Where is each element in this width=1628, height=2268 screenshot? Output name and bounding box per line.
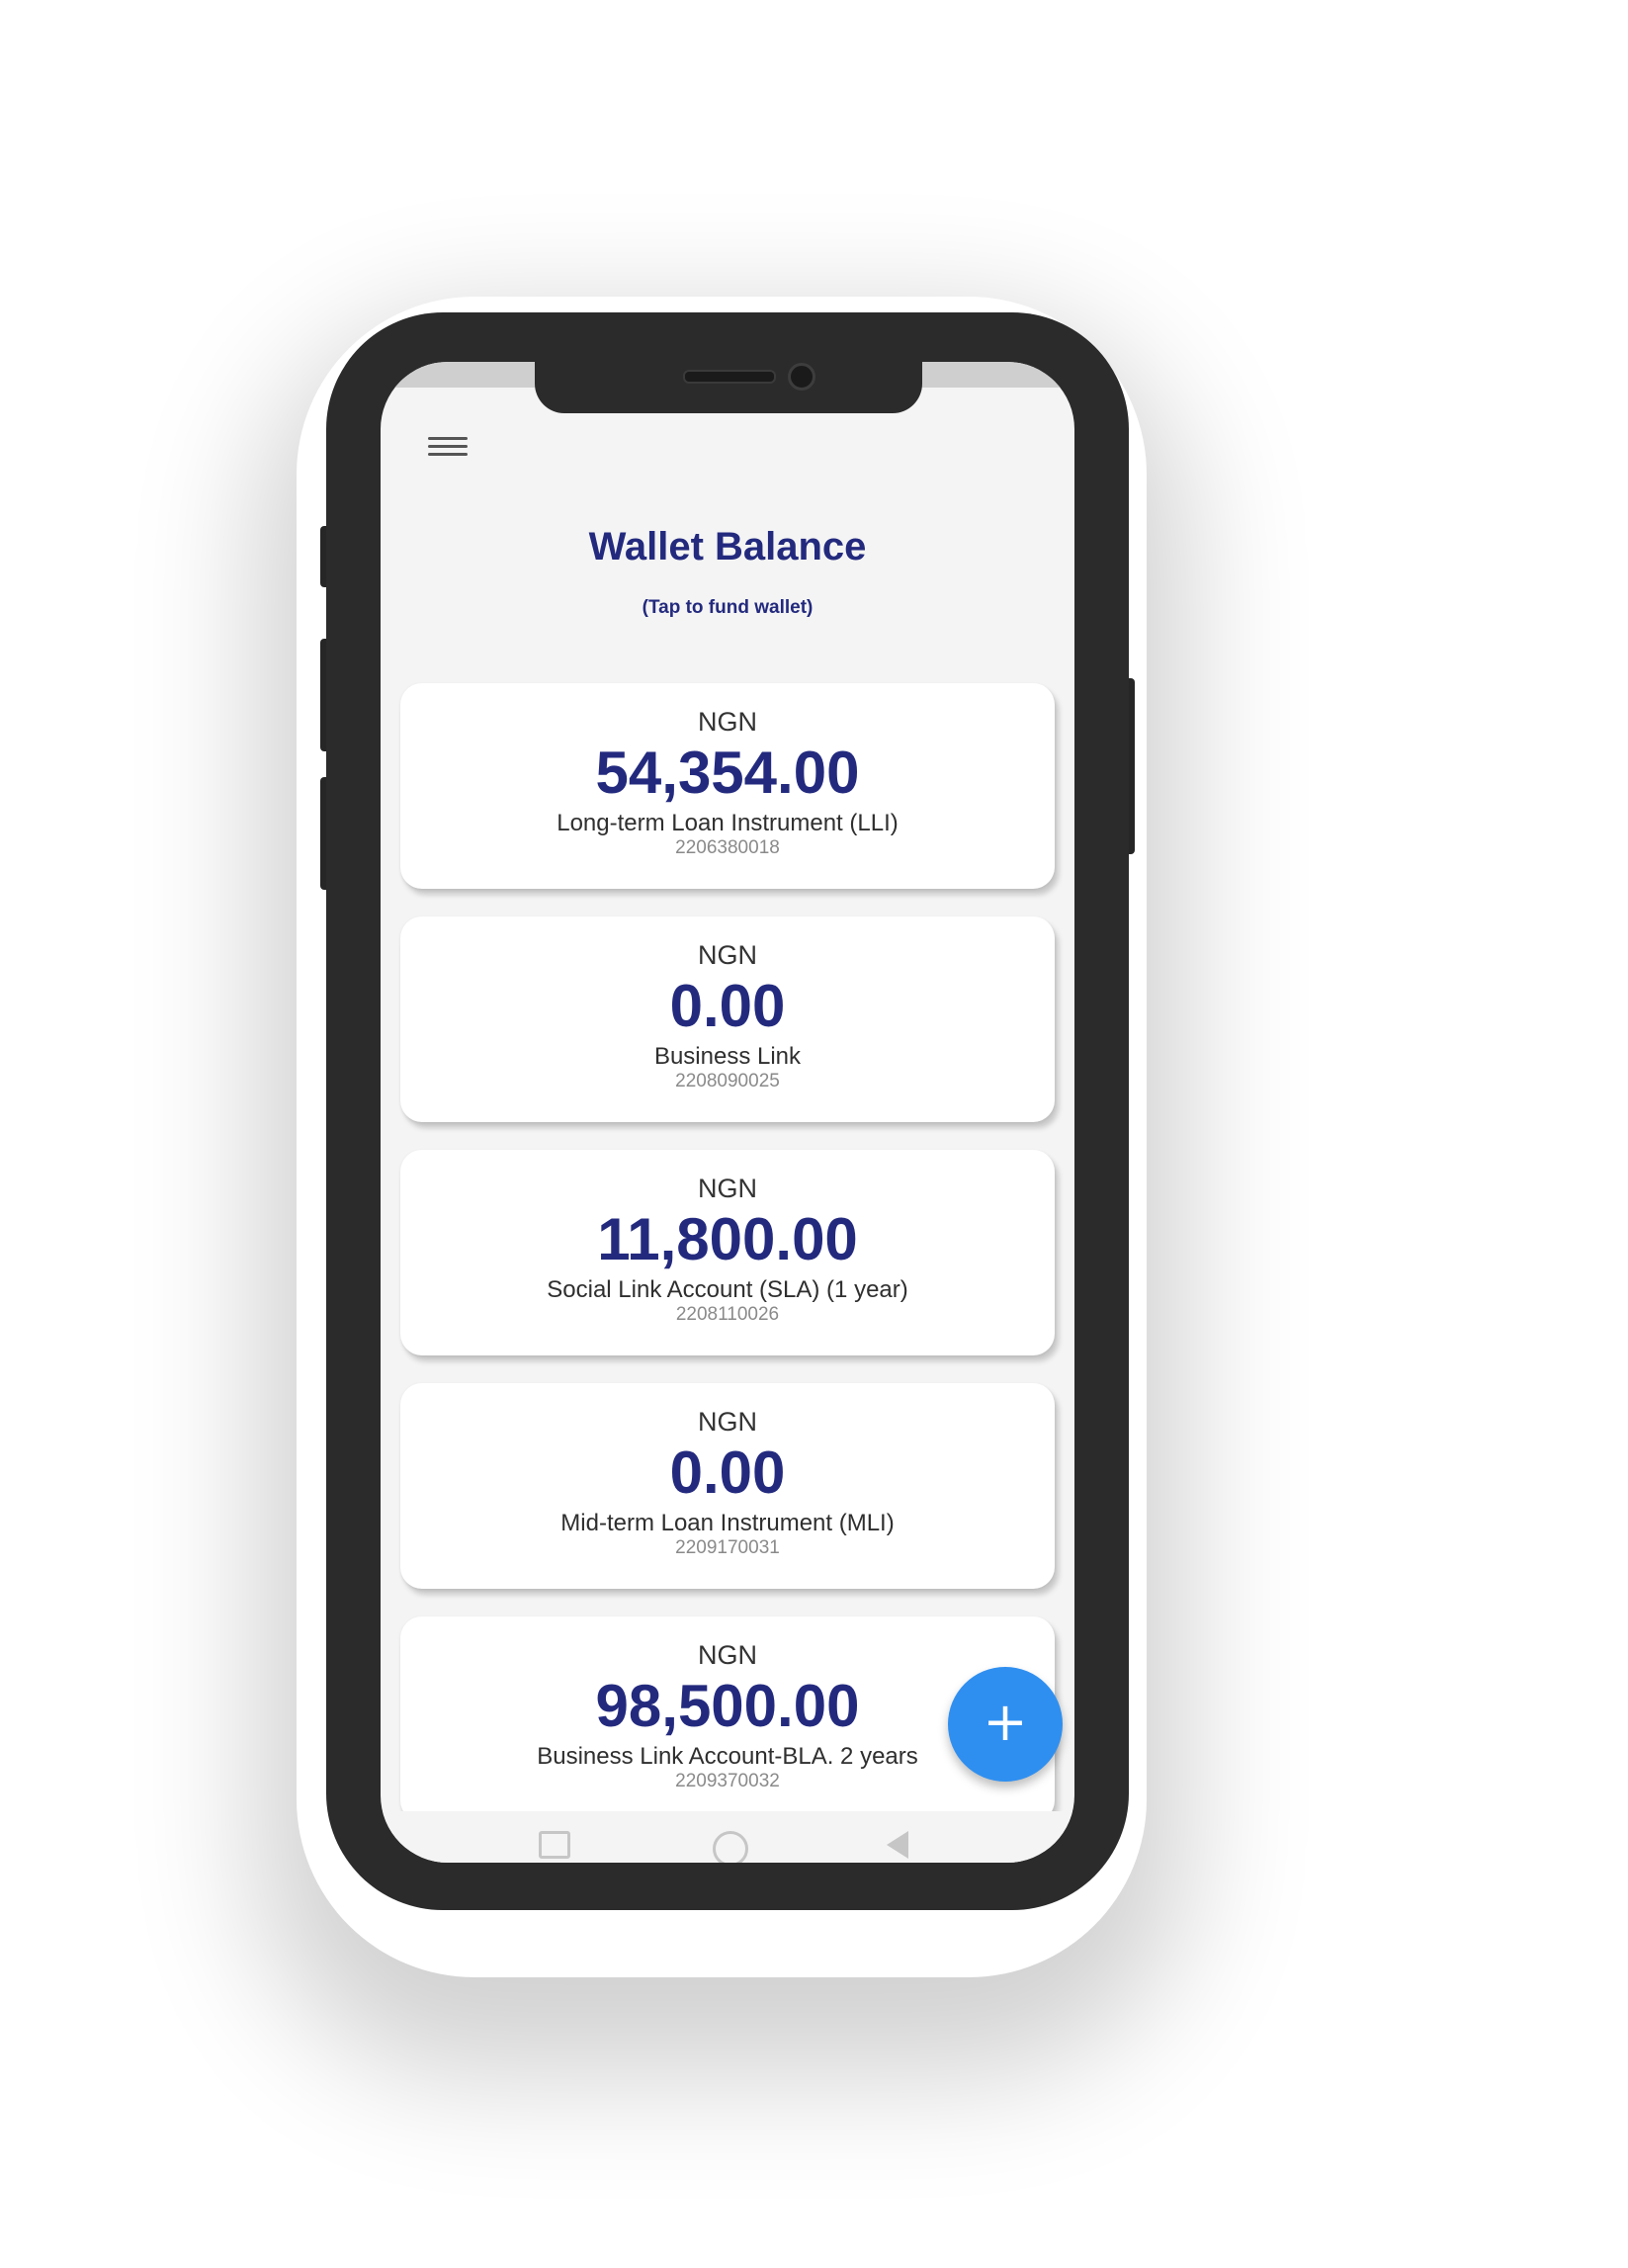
wallet-currency: NGN (698, 940, 757, 970)
menu-line (428, 445, 468, 448)
page-title: Wallet Balance (588, 525, 867, 568)
wallet-card-business-link[interactable]: NGN 0.00 Business Link 2208090025 (400, 916, 1055, 1122)
front-camera (788, 363, 815, 391)
wallet-amount: 54,354.00 (595, 740, 860, 806)
square-icon[interactable] (539, 1831, 570, 1859)
phone-notch (535, 362, 922, 413)
add-wallet-fab-plus-icon[interactable]: + (948, 1667, 1063, 1782)
wallet-name: Mid-term Loan Instrument (MLI) (560, 1510, 895, 1536)
wallet-currency: NGN (698, 1407, 757, 1437)
circle-icon[interactable] (713, 1831, 748, 1863)
wallet-name: Business Link (653, 1043, 802, 1070)
wallet-currency: NGN (698, 1174, 757, 1203)
wallet-amount: 0.00 (669, 973, 786, 1039)
mockup-stage: Wallet Balance (Tap to fund wallet) NGN … (0, 0, 1628, 2268)
speaker-grille (683, 370, 776, 384)
wallet-card-sla[interactable]: NGN 11,800.00 Social Link Account (SLA) … (400, 1150, 1055, 1355)
menu-line (428, 453, 468, 456)
wallet-account-number: 2208090025 (675, 1071, 780, 1091)
android-nav-bar (381, 1811, 1074, 1863)
wallet-currency: NGN (698, 1640, 757, 1670)
wallet-currency: NGN (698, 707, 757, 737)
wallet-account-number: 2209370032 (675, 1771, 780, 1791)
wallet-name: Social Link Account (SLA) (1 year) (547, 1276, 908, 1303)
wallet-account-number: 2209170031 (675, 1537, 780, 1558)
wallet-amount: 0.00 (669, 1439, 786, 1506)
wallet-card-mli[interactable]: NGN 0.00 Mid-term Loan Instrument (MLI) … (400, 1383, 1055, 1589)
triangle-back-icon[interactable] (887, 1831, 908, 1859)
menu-line (428, 437, 468, 440)
wallet-account-number: 2206380018 (675, 837, 780, 858)
wallet-card-lli[interactable]: NGN 54,354.00 Long-term Loan Instrument … (400, 683, 1055, 889)
wallet-name: Long-term Loan Instrument (LLI) (557, 810, 899, 836)
hamburger-menu-icon[interactable] (428, 433, 468, 463)
wallet-account-number: 2208110026 (675, 1304, 780, 1325)
page-subtitle: (Tap to fund wallet) (642, 597, 814, 618)
phone-frame: Wallet Balance (Tap to fund wallet) NGN … (326, 312, 1129, 1910)
app-screen: Wallet Balance (Tap to fund wallet) NGN … (381, 362, 1074, 1863)
wallet-list: NGN 54,354.00 Long-term Loan Instrument … (400, 683, 1055, 1850)
wallet-amount: 11,800.00 (597, 1206, 858, 1272)
